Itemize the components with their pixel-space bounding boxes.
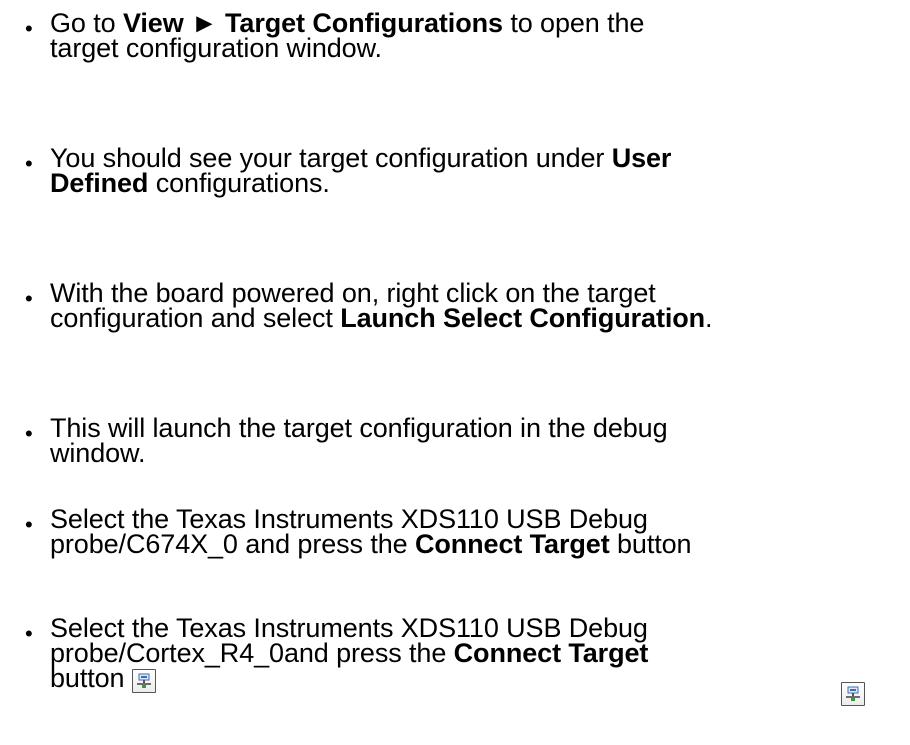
list-item: • Go to View ► Target Configurations to … [0,8,905,63]
bullet-marker: • [25,512,33,537]
instruction-list: • Go to View ► Target Configurations to … [0,0,910,745]
bullet-text: This will launch the target configuratio… [50,415,905,468]
bullet-text: Select the Texas Instruments XDS110 USB … [50,506,905,559]
bullet-marker: • [25,286,33,311]
bullet-marker: • [25,421,33,446]
emphasis: Launch Select Configuration [340,303,706,333]
bullet-text: Select the Texas Instruments XDS110 USB … [50,615,905,693]
bullet-marker: • [25,16,33,41]
connect-target-icon[interactable] [132,669,157,693]
bullet-marker: • [25,151,33,176]
emphasis: Defined [50,168,149,198]
text-run: target configuration window. [50,33,382,63]
bullet-text: Go to View ► Target Configurations to op… [50,8,905,63]
text-run: to open the [502,8,645,38]
emphasis: Connect Target [414,529,610,559]
emphasis: User [611,143,672,173]
list-item: • Select the Texas Instruments XDS110 US… [0,615,905,693]
text-run: button [609,529,692,559]
emphasis: Connect Target [453,638,649,668]
text-run: configuration and select [50,303,341,333]
text-run: probe/C674X_0 and press the [50,529,415,559]
list-item: • Select the Texas Instruments XDS110 US… [0,506,905,559]
bullet-marker: • [25,621,33,646]
text-run: window. [50,438,146,468]
list-item: • This will launch the target configurat… [0,415,905,468]
bullet-text: With the board powered on, right click o… [50,280,905,333]
bullet-text: You should see your target configuration… [50,143,905,198]
text-run: . [705,303,713,333]
list-item: • With the board powered on, right click… [0,280,905,333]
text-run: configurations. [148,168,330,198]
list-item: • You should see your target configurati… [0,143,905,198]
text-run: button [50,663,125,693]
